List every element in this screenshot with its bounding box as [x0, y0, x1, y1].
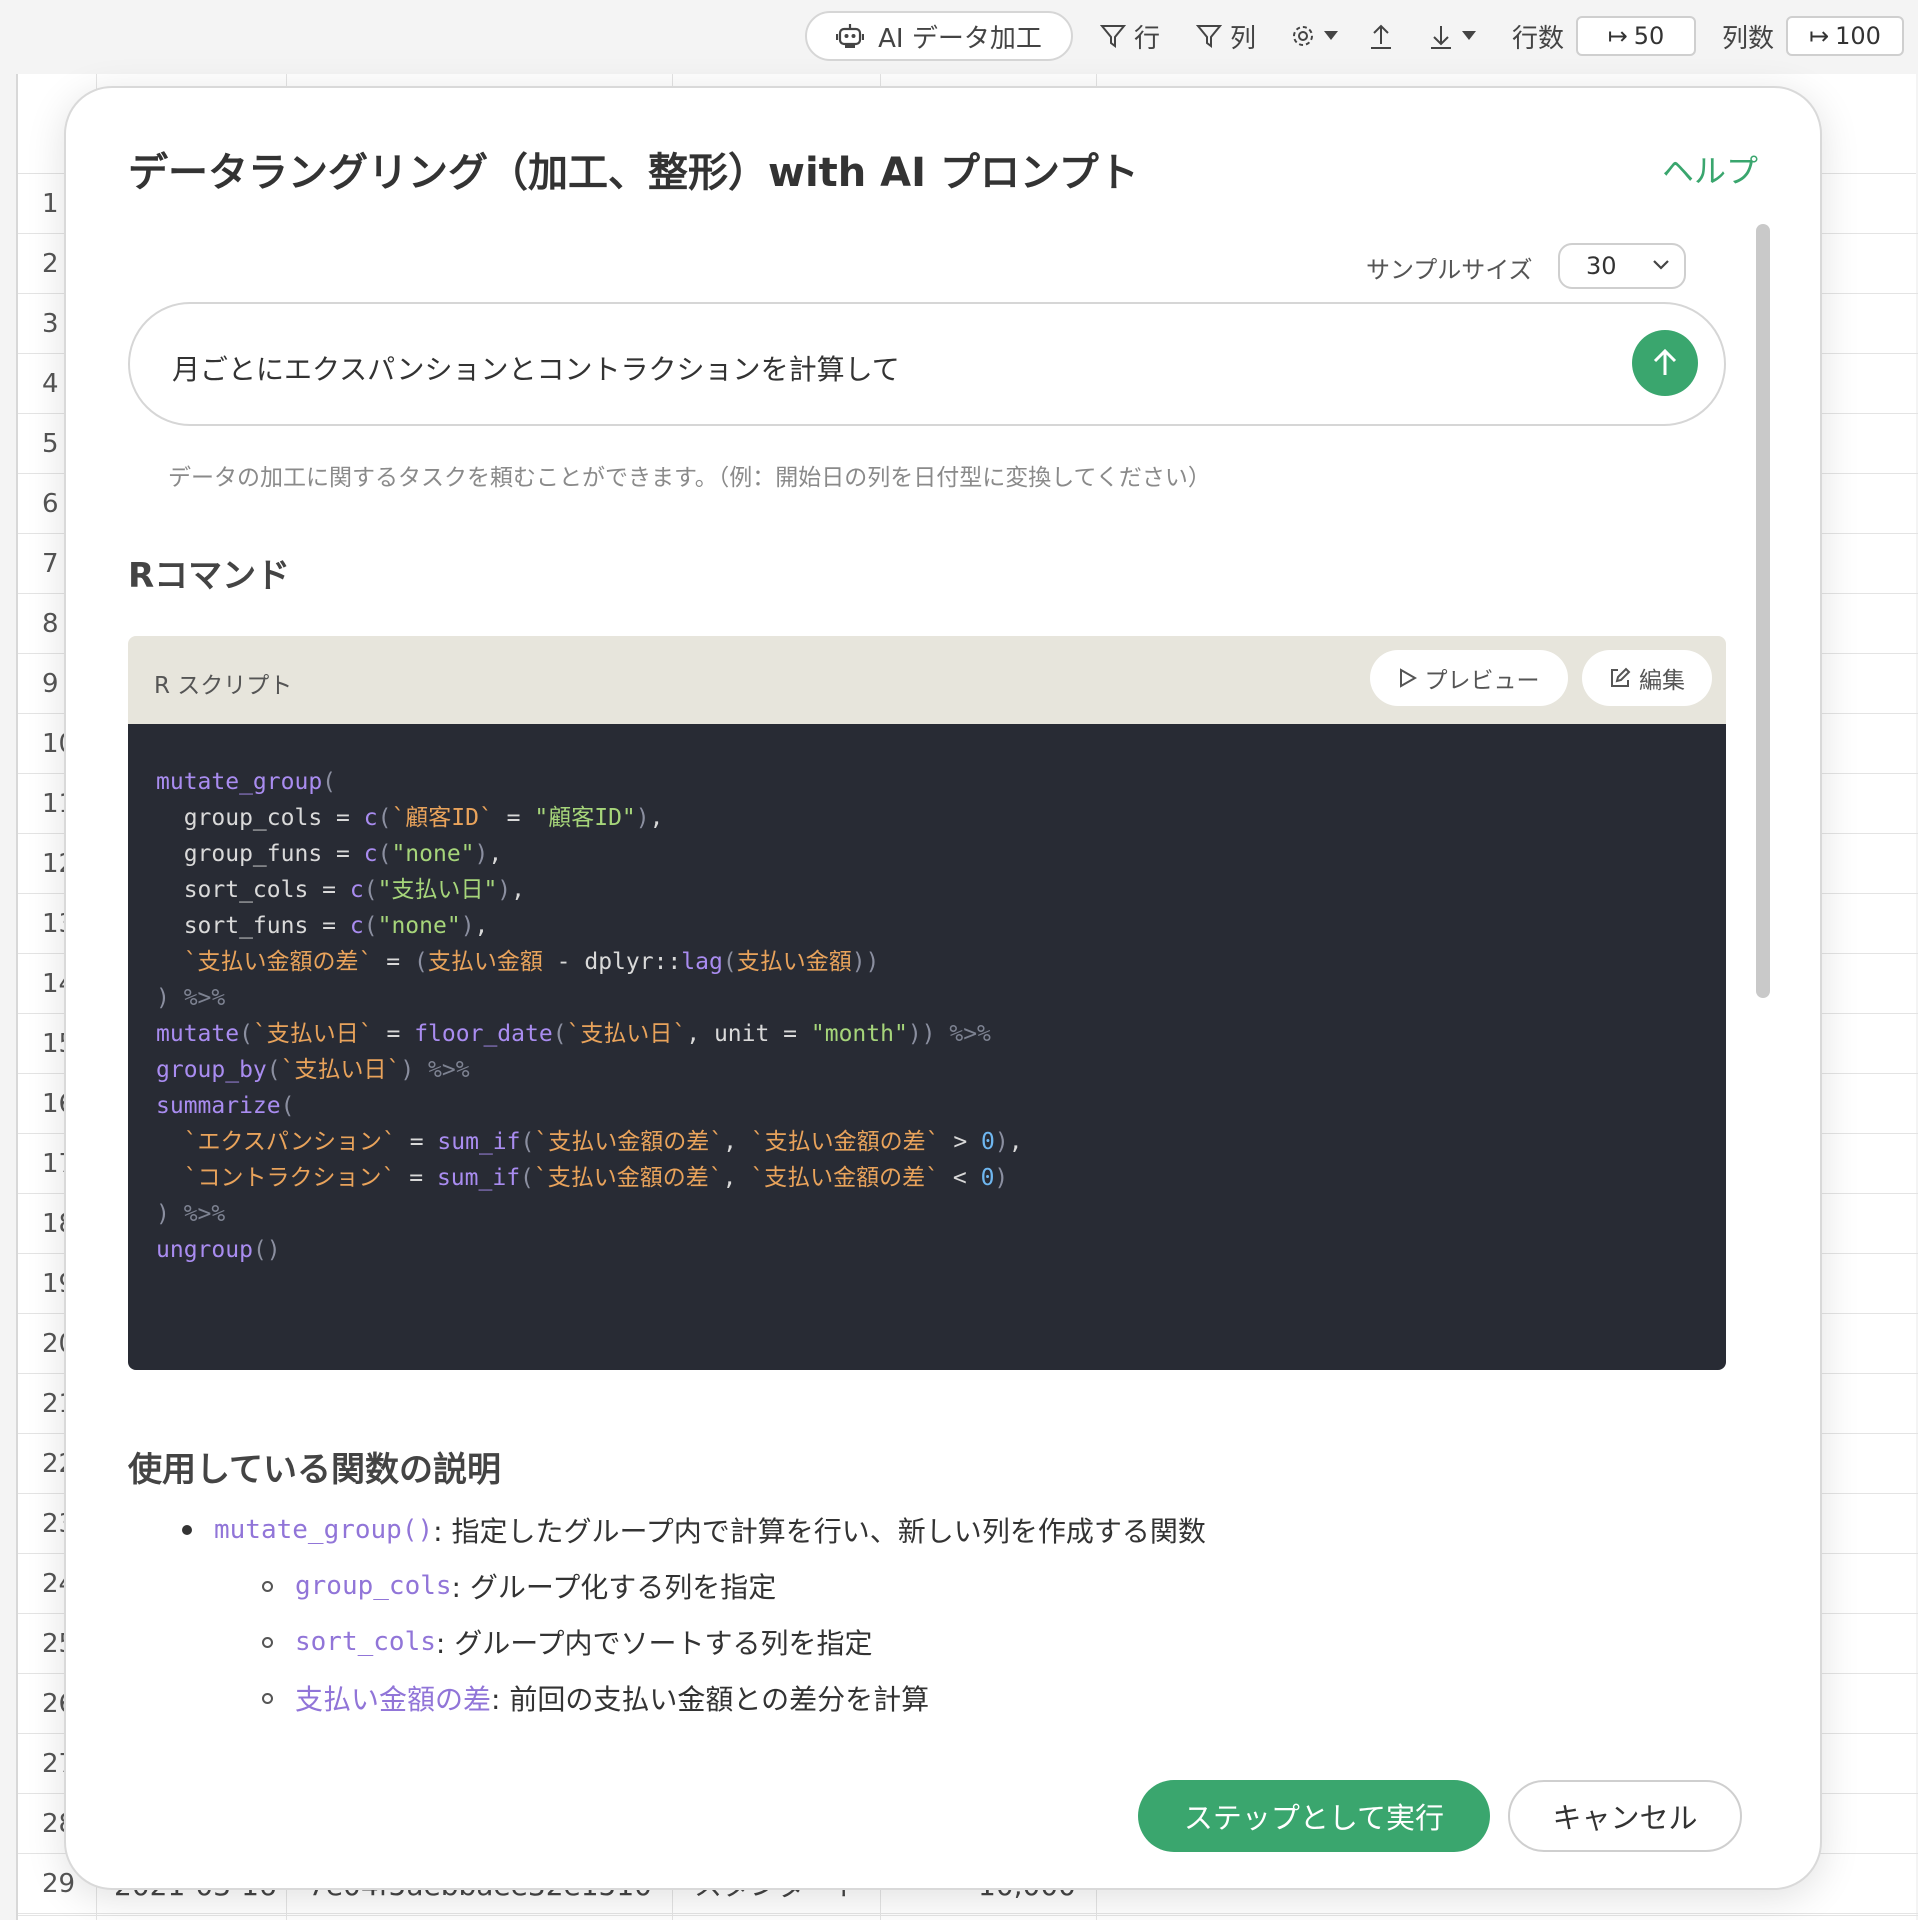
explain-text: : 指定したグループ内で計算を行い、新しい列を作成する関数: [433, 1515, 1206, 1548]
sample-size-value: 30: [1586, 252, 1617, 280]
arrow-up-icon: [1653, 348, 1677, 375]
rows-count-input[interactable]: ↦ 50: [1576, 16, 1696, 56]
explain-text: : グループ化する列を指定: [451, 1571, 777, 1604]
code-line: sort_funs = c("none"),: [156, 913, 489, 939]
code-line: ) %>%: [156, 985, 226, 1011]
code-line: `コントラクション` = sum_if(`支払い金額の差`, `支払い金額の差`…: [183, 1165, 1009, 1191]
prompt-input[interactable]: 月ごとにエクスパンションとコントラクションを計算して: [128, 302, 1726, 426]
code-line: group_funs = c("none"),: [156, 841, 503, 867]
sample-size-label: サンプルサイズ: [1366, 256, 1533, 284]
rows-count-value: 50: [1633, 22, 1665, 50]
download-button[interactable]: [1428, 18, 1476, 54]
explain-text: : 前回の支払い金額との差分を計算: [491, 1683, 930, 1716]
bullet-icon: [262, 1580, 273, 1592]
gear-icon: [1293, 26, 1313, 46]
send-button[interactable]: [1632, 330, 1698, 396]
arrow-to-right-icon: ↦: [1607, 22, 1628, 50]
code-line: ungroup(): [156, 1237, 281, 1263]
caret-down-icon: [1324, 31, 1338, 40]
cols-count-input[interactable]: ↦ 100: [1786, 16, 1904, 56]
code-line: mutate(`支払い日` = floor_date(`支払い日`, unit …: [156, 1021, 991, 1047]
ai-prompt-dialog: データラングリング（加工、整形）with AI プロンプト ヘルプ サンプルサイ…: [64, 86, 1822, 1890]
edit-button[interactable]: 編集: [1582, 650, 1712, 706]
column-filter-label: 列: [1230, 23, 1257, 54]
code-line: group_by(`支払い日`) %>%: [156, 1057, 470, 1083]
cols-count-value: 100: [1835, 22, 1881, 50]
preview-button[interactable]: プレビュー: [1370, 650, 1568, 706]
caret-down-icon: [1462, 31, 1476, 40]
code-line: ) %>%: [156, 1201, 226, 1227]
script-header: R スクリプト プレビュー 編集: [128, 636, 1726, 724]
help-link[interactable]: ヘルプ: [1662, 146, 1758, 192]
r-command-heading: Rコマンド: [128, 556, 291, 596]
edit-icon: [1611, 667, 1631, 687]
explain-subitem: sort_cols : グループ内でソートする列を指定: [262, 1622, 873, 1662]
download-icon: [1431, 26, 1451, 49]
chevron-down-icon: [1653, 260, 1669, 270]
scrollbar-thumb[interactable]: [1756, 224, 1770, 998]
code-line: summarize(: [156, 1093, 295, 1119]
scrollbar[interactable]: [1752, 214, 1774, 1734]
row-filter-button[interactable]: 行: [1100, 18, 1160, 54]
play-icon: [1399, 668, 1417, 688]
filter-icon: [1196, 25, 1222, 48]
explain-text: : グループ内でソートする列を指定: [435, 1627, 873, 1660]
explain-function: mutate_group(): [214, 1515, 434, 1545]
run-as-step-button[interactable]: ステップとして実行: [1138, 1780, 1490, 1852]
preview-label: プレビュー: [1424, 668, 1540, 694]
sample-size-select[interactable]: 30: [1558, 243, 1686, 289]
robot-icon: [836, 24, 865, 48]
r-script-code[interactable]: mutate_group( group_cols = c(`顧客ID` = "顧…: [128, 724, 1726, 1370]
bullet-icon: [262, 1636, 273, 1648]
bullet-icon: [182, 1525, 192, 1535]
script-label: R スクリプト: [154, 673, 293, 699]
prompt-text: 月ごとにエクスパンションとコントラクションを計算して: [172, 353, 900, 386]
column-filter-button[interactable]: 列: [1196, 18, 1256, 54]
explain-function: group_cols: [295, 1571, 452, 1601]
function-explanation-heading: 使用している関数の説明: [128, 1450, 501, 1490]
filter-icon: [1100, 25, 1126, 48]
arrow-to-right-icon: ↦: [1809, 22, 1830, 50]
bullet-icon: [262, 1692, 273, 1704]
explain-function: sort_cols: [295, 1627, 436, 1657]
explain-function: 支払い金額の差: [295, 1683, 492, 1716]
settings-button[interactable]: [1290, 18, 1338, 54]
cols-label: 列数: [1722, 23, 1775, 54]
prompt-hint: データの加工に関するタスクを頼むことができます。（例：開始日の列を日付型に変換し…: [168, 465, 1211, 491]
rows-label: 行数: [1512, 23, 1565, 54]
code-line: sort_cols = c("支払い日"),: [156, 877, 526, 903]
top-toolbar: AI データ加工 行 列 行数 ↦ 50 列数 ↦ 100: [0, 0, 1918, 72]
upload-button[interactable]: [1368, 18, 1394, 54]
ai-data-processing-button[interactable]: AI データ加工: [805, 11, 1073, 61]
dialog-title: データラングリング（加工、整形）with AI プロンプト: [128, 150, 1139, 196]
explain-subitem: group_cols : グループ化する列を指定: [262, 1566, 776, 1606]
upload-icon: [1371, 24, 1391, 49]
explain-item: mutate_group() : 指定したグループ内で計算を行い、新しい列を作成…: [182, 1510, 1206, 1550]
edit-label: 編集: [1639, 668, 1685, 694]
code-line: group_cols = c(`顧客ID` = "顧客ID"),: [156, 805, 664, 831]
explain-subitem: 支払い金額の差 : 前回の支払い金額との差分を計算: [262, 1678, 929, 1718]
code-line: `エクスパンション` = sum_if(`支払い金額の差`, `支払い金額の差`…: [183, 1129, 1023, 1155]
code-line: `支払い金額の差` = (支払い金額 - dplyr::lag(支払い金額)): [183, 949, 880, 975]
ai-button-label: AI データ加工: [878, 23, 1042, 54]
code-line: mutate_group(: [156, 769, 337, 795]
row-filter-label: 行: [1134, 23, 1161, 54]
cancel-button[interactable]: キャンセル: [1508, 1780, 1742, 1852]
